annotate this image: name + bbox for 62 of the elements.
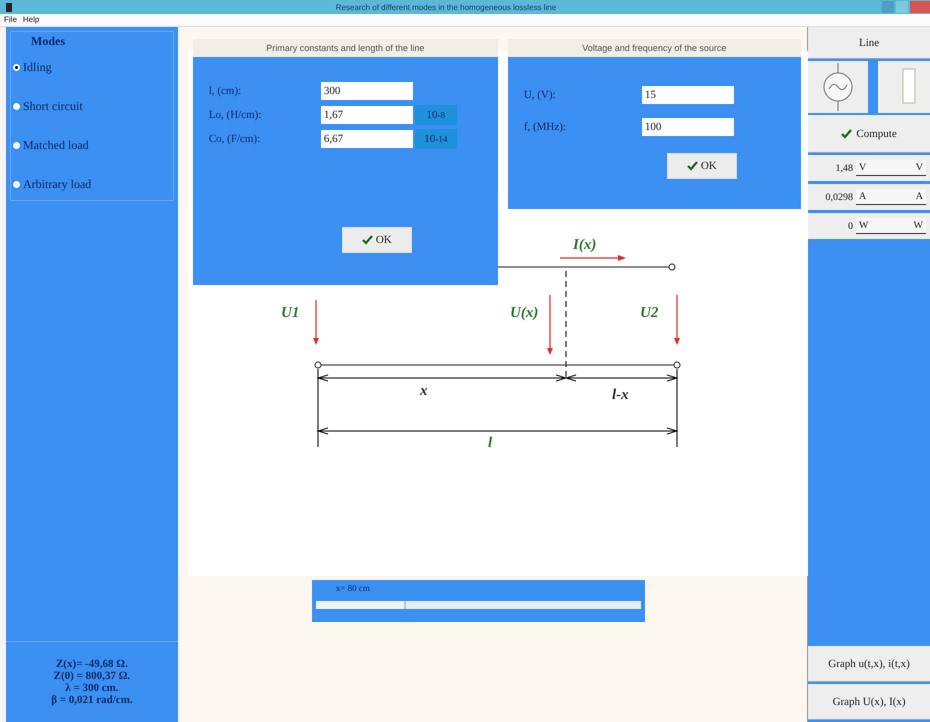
current-arrow	[560, 255, 626, 261]
field-label: l, (cm):	[208, 85, 242, 97]
slider-thumb[interactable]	[316, 601, 406, 609]
slider-label: x= 80 cm	[336, 583, 371, 593]
field-label: Lo, (H/cm):	[208, 109, 262, 121]
voltage-label: U(x)	[510, 305, 538, 321]
ok-button[interactable]: OK	[666, 153, 737, 179]
selection-strip	[868, 61, 878, 113]
menu-item[interactable]: File	[4, 14, 17, 26]
panel-title: Voltage and frequency of the source	[508, 39, 801, 57]
close-button[interactable]	[910, 1, 930, 13]
voltage-arrow	[312, 300, 319, 345]
voltage-arrow	[546, 295, 553, 355]
input-field[interactable]: 15	[642, 86, 734, 104]
radio-label[interactable]: Idling	[23, 60, 52, 75]
readout-value: 0	[848, 220, 853, 232]
panel-title: Primary constants and length of the line	[192, 39, 498, 57]
dimension-label: x	[420, 383, 428, 399]
unit-field[interactable]: A A	[856, 189, 926, 205]
window-title: Research of different modes in the homogeneous lossless line	[334, 2, 558, 12]
unit-field[interactable]: W W	[856, 218, 926, 234]
radio-button[interactable]	[13, 64, 20, 71]
readout-value: 0,0298	[826, 192, 853, 202]
group-title: Modes	[31, 34, 65, 49]
app-icon	[6, 2, 12, 12]
input-field[interactable]: 6,67	[320, 130, 413, 148]
radio-label[interactable]: Matched load	[23, 138, 89, 153]
field-label: f, (MHz):	[524, 121, 567, 133]
radio-button[interactable]	[13, 103, 20, 110]
result-text: Z(0) = 800,37 Ω.	[54, 670, 130, 682]
graph-button[interactable]: Graph u(t,x), i(t,x)	[808, 646, 930, 682]
radio-label[interactable]: Arbitrary load	[23, 177, 92, 192]
check-icon	[686, 161, 698, 171]
radio-button[interactable]	[13, 181, 20, 188]
dimension-label: l	[488, 435, 492, 451]
voltage-label: U1	[280, 305, 300, 321]
result-text: Z(x)= -49,68 Ω.	[56, 658, 128, 670]
ok-button[interactable]: OK	[342, 227, 412, 253]
current-label: I(x)	[572, 237, 596, 253]
unit-field[interactable]: V V	[856, 160, 926, 176]
input-field[interactable]: 100	[642, 118, 734, 136]
menu-item[interactable]: Help	[22, 14, 40, 26]
result-text: β = 0,021 rad/cm.	[51, 694, 133, 706]
field-label: U, (V):	[524, 89, 557, 101]
radio-button[interactable]	[13, 142, 20, 149]
line-button[interactable]: Line	[808, 27, 930, 59]
check-icon	[841, 128, 852, 138]
voltage-arrow	[674, 295, 680, 345]
radio-label[interactable]: Short circuit	[23, 99, 83, 114]
graph-button[interactable]: Graph U(x), I(x)	[808, 684, 930, 720]
minimize-button[interactable]	[882, 1, 894, 13]
readout-value: 1,48	[836, 162, 853, 174]
maximize-button[interactable]	[896, 1, 908, 13]
slider-track[interactable]	[316, 601, 641, 609]
check-icon	[362, 235, 373, 245]
compute-button[interactable]: Compute	[808, 115, 930, 153]
input-field[interactable]: 1,67	[320, 106, 413, 124]
result-text: λ = 300 cm.	[65, 682, 119, 694]
voltage-label: U2	[640, 305, 658, 321]
dimension-label: l-x	[612, 387, 628, 403]
field-label: Co, (F/cm):	[208, 133, 262, 145]
input-field[interactable]: 300	[320, 82, 413, 100]
